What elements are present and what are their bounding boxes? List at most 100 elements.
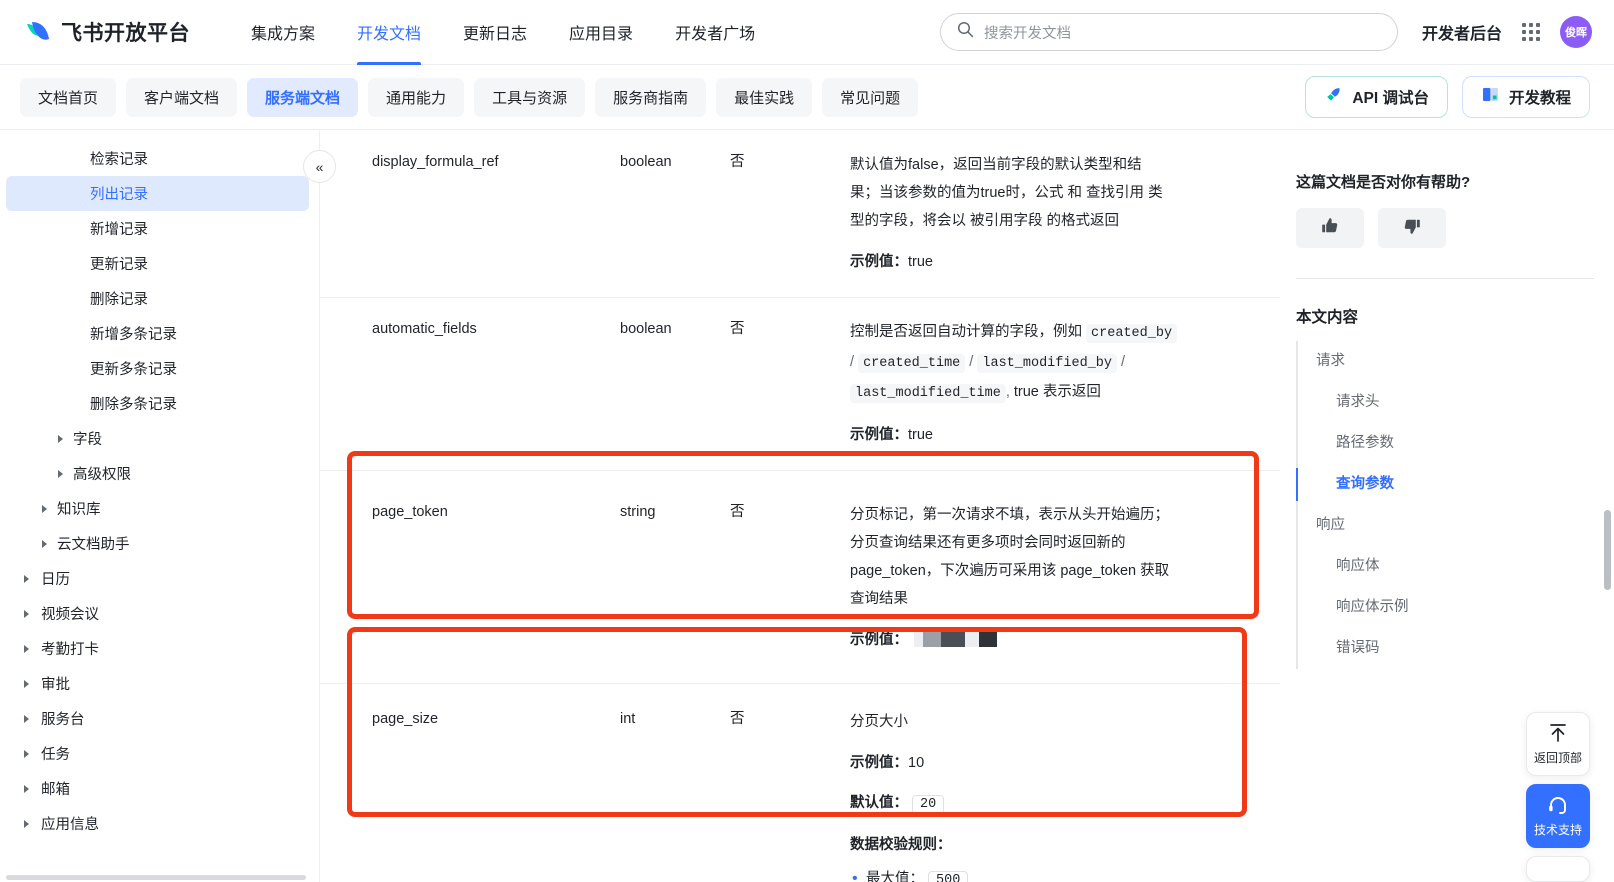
tab-3[interactable]: 通用能力 — [368, 77, 465, 117]
nav-item-3[interactable]: 应用目录 — [548, 0, 654, 65]
param-example: 示例值：true — [850, 249, 1280, 275]
param-example: 示例值： — [850, 627, 1280, 653]
tab-6[interactable]: 最佳实践 — [716, 77, 813, 117]
example-value: true — [908, 254, 933, 270]
sub-nav-actions: API 调试台 开发教程 — [1305, 76, 1590, 118]
sidebar-item-8[interactable]: 字段 — [6, 421, 309, 456]
nav-item-0[interactable]: 集成方案 — [230, 0, 336, 65]
sidebar-item-16[interactable]: 服务台 — [6, 701, 309, 736]
param-name: page_token — [372, 504, 448, 520]
tab-4[interactable]: 工具与资源 — [474, 77, 586, 117]
toc-item-7[interactable]: 错误码 — [1298, 628, 1614, 669]
nav-item-2[interactable]: 更新日志 — [442, 0, 548, 65]
brand-name: 飞书开放平台 — [61, 22, 190, 45]
toc-item-6[interactable]: 响应体示例 — [1298, 587, 1614, 628]
search-box[interactable]: 搜索开发文档 — [939, 13, 1398, 51]
sidebar-item-5[interactable]: 新增多条记录 — [6, 316, 309, 351]
sidebar-item-18[interactable]: 邮箱 — [6, 771, 309, 806]
tech-support-button[interactable]: 技术支持 — [1526, 784, 1590, 848]
toc-item-3[interactable]: 查询参数 — [1296, 464, 1614, 505]
sidebar-label-17: 任务 — [41, 747, 70, 763]
sidebar-item-7[interactable]: 删除多条记录 — [6, 386, 309, 421]
toc-item-5[interactable]: 响应体 — [1298, 546, 1614, 587]
thumb-up-icon — [1320, 216, 1340, 241]
chevron-right-icon — [24, 784, 29, 793]
toc-title: 本文内容 — [1296, 309, 1359, 326]
nav-item-4[interactable]: 开发者广场 — [654, 0, 776, 65]
search-input[interactable]: 搜索开发文档 — [984, 22, 1071, 43]
chevron-right-icon — [24, 714, 29, 723]
brand[interactable]: 飞书开放平台 — [24, 17, 190, 47]
toc-item-1[interactable]: 请求头 — [1298, 382, 1614, 423]
search-wrap: 搜索开发文档 — [939, 13, 1398, 51]
dev-tutorial-button[interactable]: 开发教程 — [1461, 76, 1590, 118]
example-label: 示例值： — [850, 427, 908, 443]
dev-console-link[interactable]: 开发者后台 — [1422, 20, 1502, 44]
table-row: display_formula_ref boolean 否 默认值为false，… — [320, 131, 1280, 297]
thumb-down-button[interactable] — [1378, 208, 1446, 248]
sidebar-item-13[interactable]: 视频会议 — [6, 596, 309, 631]
code-chip-2: last_modified_by — [977, 354, 1117, 373]
desc-prefix: 控制是否返回自动计算的字段，例如 — [850, 324, 1082, 340]
sidebar-item-12[interactable]: 日历 — [6, 561, 309, 596]
tab-1[interactable]: 客户端文档 — [126, 77, 238, 117]
toc-item-2[interactable]: 路径参数 — [1298, 423, 1614, 464]
sidebar-collapse-button[interactable]: « — [303, 150, 336, 183]
query-params-table: display_formula_ref boolean 否 默认值为false，… — [320, 131, 1280, 882]
sidebar-item-2[interactable]: 新增记录 — [6, 211, 309, 246]
toc-nav: 请求 请求头 路径参数 查询参数 响应 响应体 响应体示例 错误码 — [1296, 341, 1614, 669]
chevron-right-icon — [42, 539, 47, 548]
sidebar-label-2: 新增记录 — [90, 222, 148, 238]
sidebar-label-5: 新增多条记录 — [90, 327, 177, 343]
sidebar-item-6[interactable]: 更新多条记录 — [6, 351, 309, 386]
rocket-icon — [1324, 85, 1343, 109]
sidebar-label-18: 邮箱 — [41, 782, 70, 798]
doc-content: display_formula_ref boolean 否 默认值为false，… — [320, 131, 1280, 882]
default-value: 20 — [912, 795, 945, 814]
tab-7[interactable]: 常见问题 — [822, 77, 919, 117]
param-type: int — [620, 711, 636, 727]
avatar[interactable]: 俊晖 — [1560, 16, 1592, 48]
sidebar-item-14[interactable]: 考勤打卡 — [6, 631, 309, 666]
code-chip-1: created_time — [858, 354, 966, 373]
sidebar-item-10[interactable]: 知识库 — [6, 491, 309, 526]
sidebar-item-11[interactable]: 云文档助手 — [6, 526, 309, 561]
param-desc: 默认值为false，返回当前字段的默认类型和结果；当该参数的值为true时，公式… — [850, 157, 1163, 229]
sidebar-label-0: 检索记录 — [90, 152, 148, 168]
sidebar-item-15[interactable]: 审批 — [6, 666, 309, 701]
floating-button-partial[interactable] — [1526, 856, 1590, 882]
thumb-up-button[interactable] — [1296, 208, 1364, 248]
sidebar-item-9[interactable]: 高级权限 — [6, 456, 309, 491]
param-name: page_size — [372, 711, 439, 727]
nav-item-1[interactable]: 开发文档 — [336, 0, 442, 65]
back-to-top-button[interactable]: 返回顶部 — [1526, 712, 1590, 776]
sidebar-horizontal-scrollbar[interactable] — [6, 875, 306, 880]
sidebar-label-10: 知识库 — [57, 502, 101, 518]
grid-apps-icon[interactable] — [1522, 23, 1540, 41]
api-debug-button[interactable]: API 调试台 — [1305, 76, 1448, 118]
chevron-right-icon — [24, 574, 29, 583]
sidebar-item-0[interactable]: 检索记录 — [6, 141, 309, 176]
left-sidebar: 检索记录 列出记录 新增记录 更新记录 删除记录 新增多条记录 更新多条记录 删… — [0, 131, 320, 882]
toc-item-0[interactable]: 请求 — [1298, 341, 1614, 382]
headset-icon — [1546, 794, 1570, 819]
toc-item-4[interactable]: 响应 — [1298, 505, 1614, 546]
sidebar-item-19[interactable]: 应用信息 — [6, 806, 309, 841]
help-question: 这篇文档是否对你有帮助? — [1296, 174, 1471, 191]
param-name: display_formula_ref — [372, 154, 499, 170]
param-desc-cell: 默认值为false，返回当前字段的默认类型和结果；当该参数的值为true时，公式… — [850, 151, 1280, 275]
param-type: string — [620, 504, 656, 520]
param-required: 否 — [730, 321, 745, 337]
main-scrollbar[interactable] — [1604, 510, 1611, 590]
sidebar-item-4[interactable]: 删除记录 — [6, 281, 309, 316]
sidebar-item-17[interactable]: 任务 — [6, 736, 309, 771]
param-example: 示例值：true — [850, 422, 1280, 448]
rules-label: 数据校验规则： — [850, 837, 952, 853]
tab-2[interactable]: 服务端文档 — [247, 77, 359, 117]
sidebar-item-1[interactable]: 列出记录 — [6, 176, 309, 211]
sidebar-item-3[interactable]: 更新记录 — [6, 246, 309, 281]
top-header: 飞书开放平台 集成方案 开发文档 更新日志 应用目录 开发者广场 搜索开发文档 … — [0, 0, 1614, 65]
feishu-logo-icon — [24, 18, 52, 46]
tab-5[interactable]: 服务商指南 — [595, 77, 707, 117]
tab-0[interactable]: 文档首页 — [20, 77, 117, 117]
